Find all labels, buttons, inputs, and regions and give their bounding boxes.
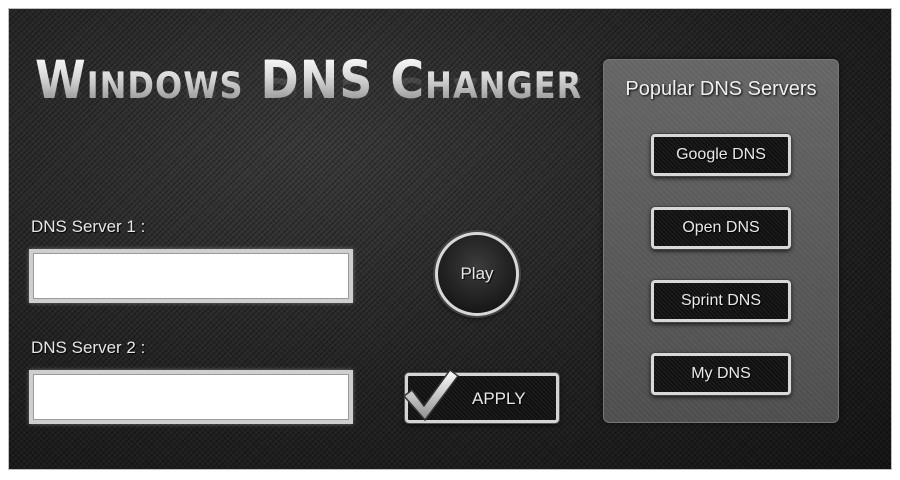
play-button[interactable]: Play xyxy=(435,232,519,316)
open-dns-button-label: Open DNS xyxy=(682,219,760,236)
sprint-dns-button-label: Sprint DNS xyxy=(680,292,762,309)
sprint-dns-button[interactable]: Sprint DNS xyxy=(651,280,791,322)
dns-server-2-input[interactable] xyxy=(29,370,353,424)
play-button-label: Play xyxy=(460,264,494,283)
my-dns-button[interactable]: My DNS xyxy=(651,353,791,395)
title-area: Windows DNS Changer v1.1 Windows DNS Cha… xyxy=(35,53,710,173)
app-window: Windows DNS Changer v1.1 Windows DNS Cha… xyxy=(8,8,892,470)
dns-server-1-label: DNS Server 1 : xyxy=(31,217,146,236)
google-dns-button-label: Google DNS xyxy=(676,146,766,163)
google-dns-button[interactable]: Google DNS xyxy=(651,134,791,176)
panel-title: Popular DNS Servers xyxy=(625,78,817,100)
dns-server-2-label: DNS Server 2 : xyxy=(31,338,146,357)
popular-dns-panel: Popular DNS Servers Google DNS Open DNS … xyxy=(603,59,839,423)
apply-button-label: APPLY xyxy=(472,389,526,408)
apply-button[interactable]: APPLY xyxy=(402,368,559,423)
my-dns-button-label: My DNS xyxy=(691,365,751,382)
dns-server-1-input[interactable] xyxy=(29,249,353,303)
checkmark-icon xyxy=(402,368,460,422)
open-dns-button[interactable]: Open DNS xyxy=(651,207,791,249)
